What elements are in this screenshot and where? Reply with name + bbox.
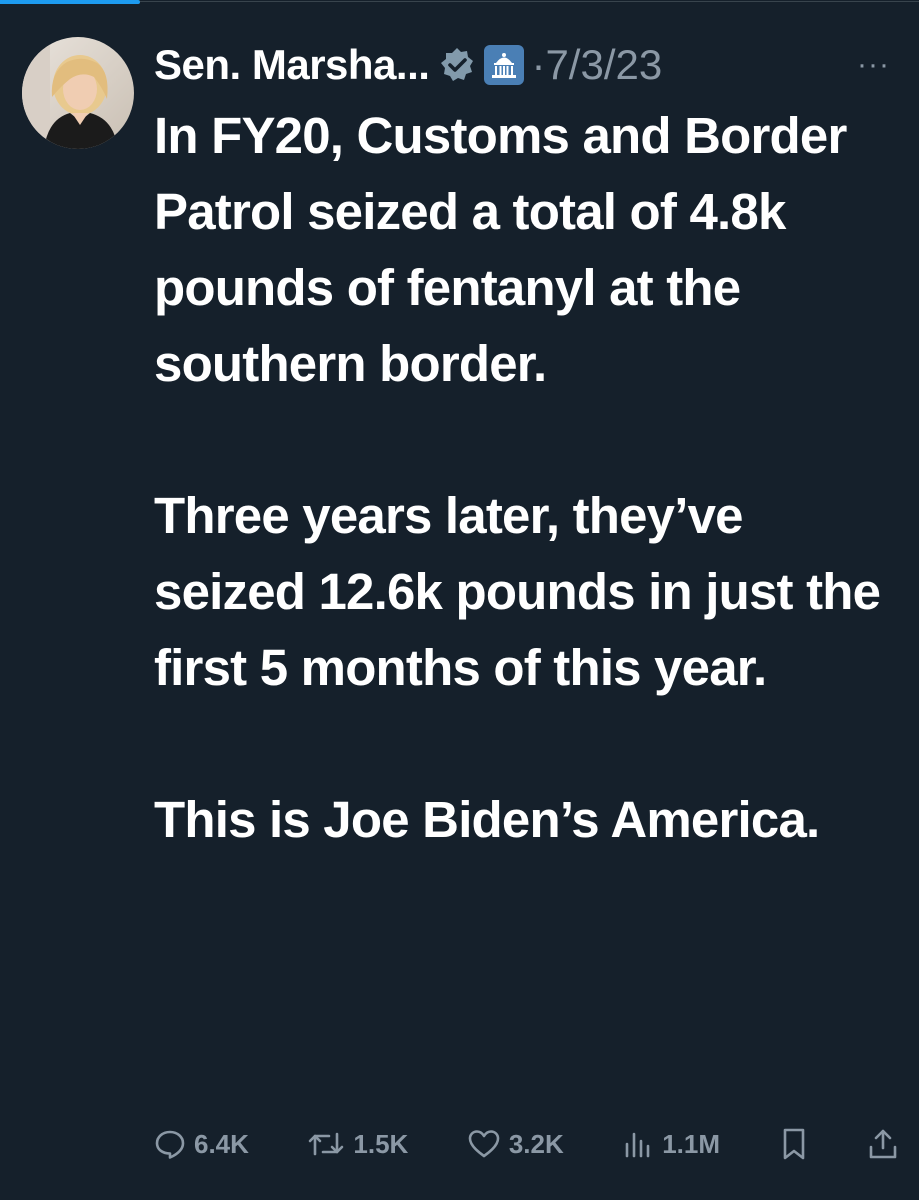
view-count: 1.1M (662, 1128, 721, 1159)
separator-dot: · (531, 41, 546, 88)
post-date[interactable]: 7/3/23 (545, 41, 662, 89)
top-divider (140, 1, 919, 2)
author-name[interactable]: Sen. Marsha... (154, 41, 430, 89)
tweet-action-bar: 6.4K 1.5K 3.2K 1.1M (154, 1118, 899, 1170)
tweet-paragraph: In FY20, Customs and Border Patrol seize… (154, 107, 847, 392)
like-count: 3.2K (508, 1128, 564, 1159)
avatar[interactable] (22, 37, 134, 149)
reply-bubble-icon (154, 1128, 186, 1160)
repost-count: 1.5K (353, 1128, 409, 1159)
heart-icon (467, 1128, 501, 1160)
tweet-paragraph: This is Joe Biden’s America. (154, 791, 820, 848)
share-upload-icon (867, 1127, 899, 1161)
reply-count: 6.4K (194, 1128, 249, 1159)
more-options-icon[interactable]: ··· (857, 48, 890, 82)
views-button[interactable]: 1.1M (622, 1128, 720, 1160)
reply-button[interactable]: 6.4K (154, 1128, 249, 1160)
bar-chart-icon (622, 1128, 654, 1160)
bookmark-icon (779, 1127, 809, 1161)
repost-arrows-icon (307, 1128, 345, 1160)
repost-button[interactable]: 1.5K (307, 1128, 408, 1160)
tweet-header: Sen. Marsha... · 7/3/23 ··· (154, 36, 894, 94)
bookmark-button[interactable] (779, 1127, 809, 1161)
tweet-text: In FY20, Customs and Border Patrol seize… (154, 98, 894, 858)
share-button[interactable] (867, 1127, 899, 1161)
tweet-paragraph: Three years later, they’ve seized 12.6k … (154, 487, 881, 696)
active-tab-indicator (0, 0, 140, 4)
like-button[interactable]: 3.2K (467, 1128, 564, 1160)
government-building-icon (483, 44, 525, 86)
verified-badge-icon (439, 47, 475, 83)
